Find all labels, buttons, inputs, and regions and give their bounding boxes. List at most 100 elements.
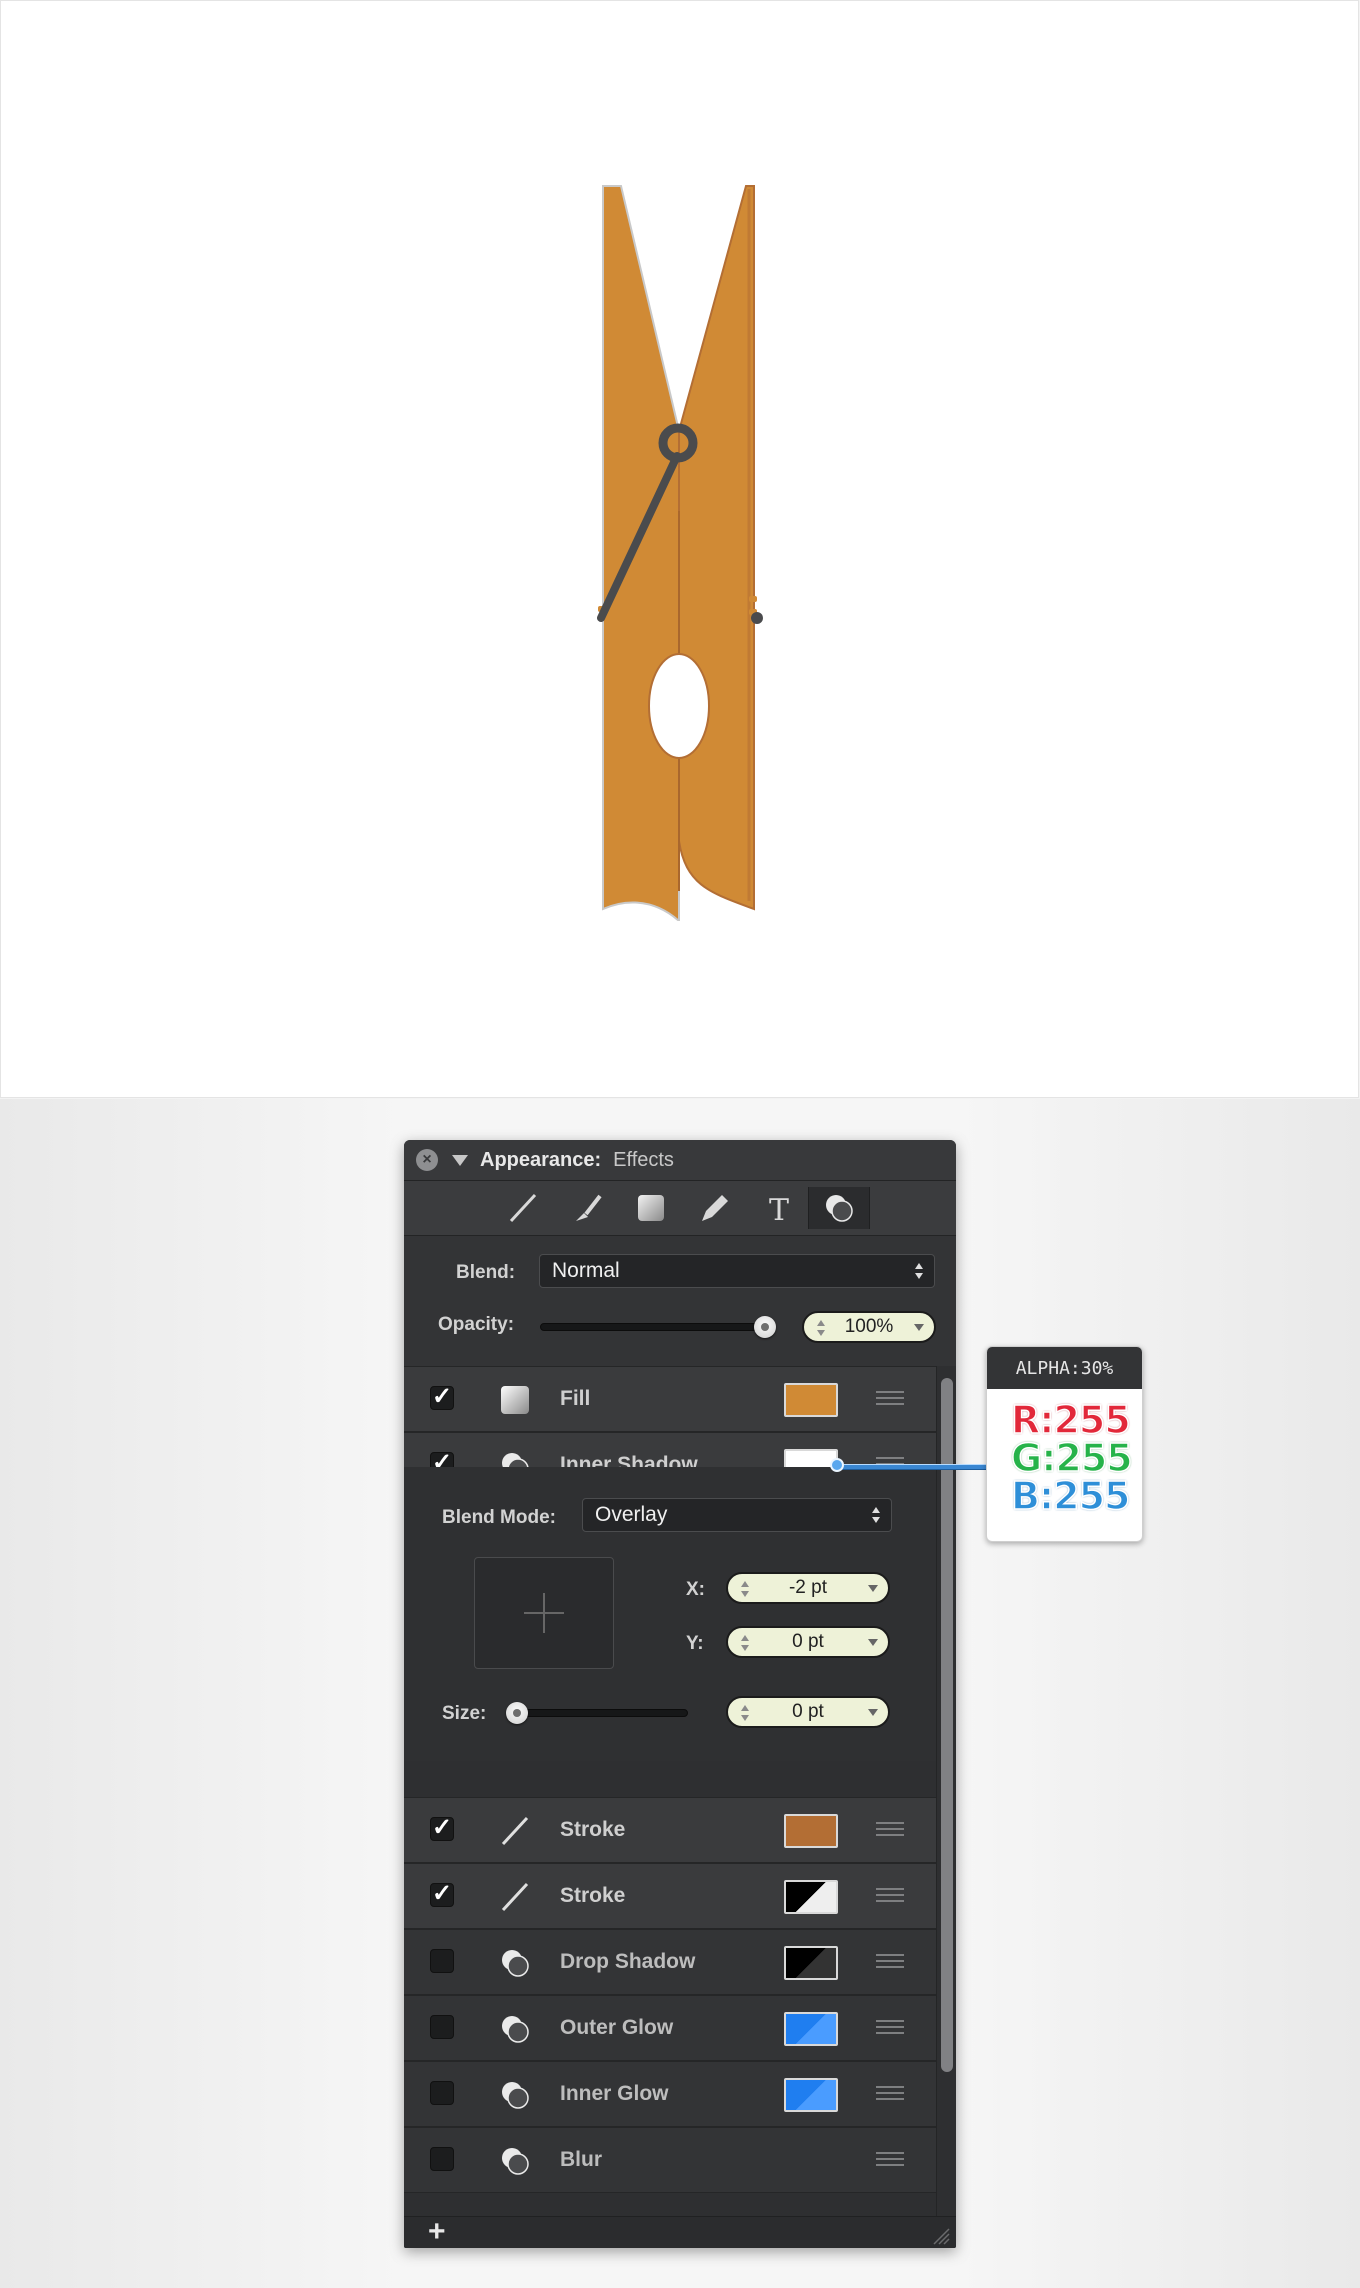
clothespin-artwork (597, 185, 763, 921)
blur-checkbox[interactable] (430, 2147, 454, 2171)
drag-handle-icon[interactable] (876, 1822, 904, 1838)
callout-connector (838, 1464, 986, 1470)
color-value-callout: ALPHA:30% R:255 G:255 B:255 (986, 1346, 1143, 1542)
drag-handle-icon[interactable] (876, 1391, 904, 1407)
x-value: -2 pt (788, 1577, 828, 1598)
stepper-arrows-icon[interactable] (816, 1318, 826, 1338)
dropdown-arrow-icon[interactable] (868, 1709, 878, 1716)
stroke-2-checkbox[interactable]: ✓ (430, 1882, 454, 1907)
y-value: 0 pt (792, 1631, 824, 1652)
effect-label: Fill (560, 1387, 591, 1410)
outer-glow-checkbox[interactable] (430, 2015, 454, 2039)
drop-shadow-checkbox[interactable] (430, 1949, 454, 1973)
fill-checkbox[interactable]: ✓ (430, 1385, 454, 1410)
size-slider[interactable] (510, 1709, 688, 1717)
opacity-slider-knob[interactable] (754, 1316, 776, 1338)
clothespin-hole (648, 653, 710, 759)
drag-handle-icon[interactable] (876, 1888, 904, 1904)
dropdown-arrow-icon[interactable] (914, 1324, 924, 1331)
stepper-arrows-icon[interactable] (740, 1579, 750, 1599)
inner-shadow-editor: Blend Mode: Overlay X: -2 pt Y: 0 pt Siz… (404, 1467, 936, 1761)
callout-connector-dot (830, 1458, 844, 1472)
scrollbar-thumb[interactable] (941, 1378, 953, 2072)
effect-label: Stroke (560, 1818, 626, 1841)
size-value: 0 pt (792, 1701, 824, 1722)
effects-scrollbar[interactable] (936, 1366, 956, 2216)
inner-glow-color-swatch[interactable] (784, 2078, 838, 2112)
stroke-line-icon (501, 1816, 529, 1846)
effect-row-inner-glow[interactable]: Inner Glow (404, 2061, 936, 2127)
size-slider-knob[interactable] (506, 1702, 528, 1724)
blend-select[interactable]: Normal (539, 1254, 935, 1288)
stroke-2-color-swatch[interactable] (784, 1880, 838, 1914)
y-stepper[interactable]: 0 pt (726, 1626, 890, 1658)
blur-effect-icon (502, 2148, 529, 2175)
drag-handle-icon[interactable] (876, 1954, 904, 1970)
stroke-checkbox[interactable]: ✓ (430, 1816, 454, 1841)
glow-effect-icon (502, 2016, 529, 2043)
artboard-canvas[interactable] (0, 0, 1359, 1098)
effect-row-stroke[interactable]: ✓ Stroke (404, 1797, 936, 1863)
clothespin-left-half (602, 185, 680, 921)
stepper-arrows-icon[interactable] (740, 1633, 750, 1653)
effect-row-fill[interactable]: ✓ Fill (404, 1366, 936, 1432)
effect-row-stroke-2[interactable]: ✓ Stroke (404, 1863, 936, 1929)
red-value: R:255 (1010, 1398, 1131, 1442)
effect-label: Blur (560, 2148, 602, 2171)
opacity-stepper[interactable]: 100% (802, 1311, 936, 1343)
outer-glow-color-swatch[interactable] (784, 2012, 838, 2046)
size-label: Size: (442, 1703, 487, 1724)
opacity-label: Opacity: (438, 1314, 515, 1335)
layer-settings: Blend: Normal Opacity: 100% (404, 1236, 956, 1366)
stroke-color-swatch[interactable] (784, 1814, 838, 1848)
fill-swatch-icon (501, 1386, 529, 1414)
effect-label: Drop Shadow (560, 1950, 696, 1973)
glow-effect-icon (502, 2082, 529, 2109)
opacity-slider[interactable] (540, 1323, 776, 1331)
clothespin-right-half (678, 185, 755, 911)
panel-titlebar: × Appearance: Effects (404, 1140, 956, 1181)
close-icon[interactable]: × (416, 1149, 438, 1171)
line-tool-icon[interactable] (498, 1187, 548, 1229)
panel-title: Appearance: (480, 1148, 602, 1171)
blend-value: Normal (552, 1259, 620, 1282)
drag-handle-icon[interactable] (876, 2152, 904, 2168)
pen-tool-icon[interactable] (690, 1187, 740, 1229)
appearance-panel: × Appearance: Effects T Blend: Normal Op… (404, 1140, 956, 2248)
effect-label: Inner Glow (560, 2082, 669, 2105)
add-effect-button[interactable]: + (428, 2215, 446, 2248)
drop-shadow-color-swatch[interactable] (784, 1946, 838, 1980)
opacity-value: 100% (844, 1316, 894, 1337)
offset-pad[interactable] (474, 1557, 614, 1669)
collapse-triangle-icon[interactable] (452, 1154, 468, 1166)
shadow-effect-icon (502, 1950, 529, 1977)
panel-subtitle: Effects (613, 1148, 674, 1171)
select-arrows-icon (871, 1504, 881, 1526)
resize-grip-icon[interactable] (930, 2225, 950, 2245)
dropdown-arrow-icon[interactable] (868, 1639, 878, 1646)
stepper-arrows-icon[interactable] (740, 1703, 750, 1723)
x-label: X: (686, 1579, 705, 1600)
effect-row-drop-shadow[interactable]: Drop Shadow (404, 1929, 936, 1995)
svg-text:T: T (769, 1193, 789, 1225)
drag-handle-icon[interactable] (876, 2086, 904, 2102)
text-tool-icon[interactable]: T (754, 1187, 804, 1229)
fill-color-swatch[interactable] (784, 1383, 838, 1417)
effects-tool-icon[interactable] (808, 1187, 870, 1229)
blend-mode-select[interactable]: Overlay (582, 1498, 892, 1532)
blend-mode-value: Overlay (595, 1503, 668, 1526)
x-stepper[interactable]: -2 pt (726, 1572, 890, 1604)
inner-glow-checkbox[interactable] (430, 2081, 454, 2105)
effect-row-outer-glow[interactable]: Outer Glow (404, 1995, 936, 2061)
fill-tool-icon[interactable] (626, 1187, 676, 1229)
y-label: Y: (686, 1633, 704, 1654)
blend-label: Blend: (456, 1262, 516, 1283)
size-stepper[interactable]: 0 pt (726, 1696, 890, 1728)
stroke-line-icon (501, 1882, 529, 1912)
brush-tool-icon[interactable] (562, 1187, 612, 1229)
dropdown-arrow-icon[interactable] (868, 1585, 878, 1592)
effect-label: Stroke (560, 1884, 626, 1907)
drag-handle-icon[interactable] (876, 2020, 904, 2036)
effect-row-blur[interactable]: Blur (404, 2127, 936, 2193)
appearance-toolbar: T (404, 1181, 956, 1236)
